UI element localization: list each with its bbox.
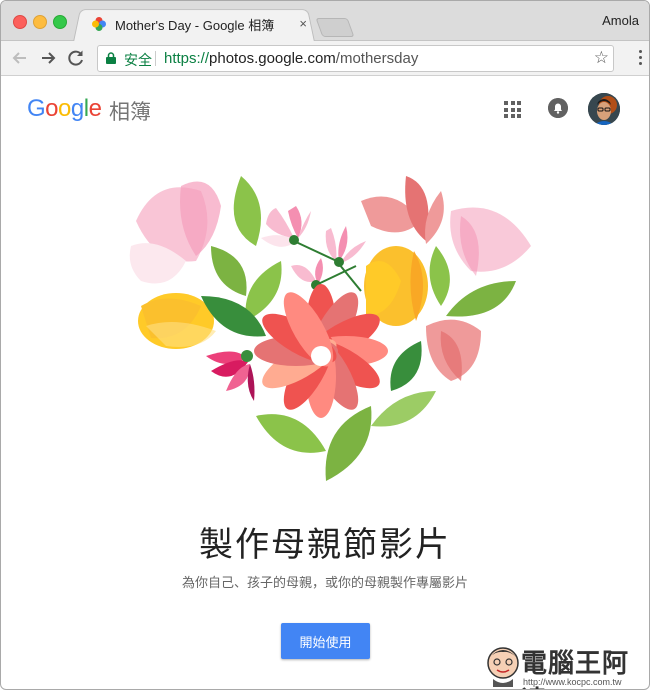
watermark: 電腦王阿達 http://www.kocpc.com.tw: [483, 641, 649, 689]
get-started-button[interactable]: 開始使用: [281, 623, 370, 659]
small-pink-flower-1: [261, 206, 311, 247]
leaf-right-2: [446, 281, 516, 317]
yellow-tulip-right: [364, 246, 428, 326]
url-text: https://photos.google.com/mothersday: [164, 50, 418, 67]
browser-window: Mother's Day - Google 相簿 × Amola 安全 http…: [0, 0, 650, 690]
url-host: photos.google.com: [209, 50, 336, 67]
profile-name[interactable]: Amola: [602, 13, 639, 28]
flower-heart-illustration: [129, 176, 531, 481]
page-subtitle: 為你自己、孩子的母親，或你的母親製作專屬影片: [181, 575, 468, 590]
lock-icon: [106, 52, 116, 64]
back-arrow-icon[interactable]: [9, 47, 31, 69]
forward-arrow-icon[interactable]: [37, 47, 59, 69]
tab-close-icon[interactable]: ×: [299, 16, 307, 31]
app-header: Google 相簿: [1, 76, 649, 140]
pink-petals-top-left: [129, 181, 221, 284]
google-photos-favicon-icon: [92, 17, 106, 31]
page-heading: 製作母親節影片: [199, 526, 451, 564]
address-bar[interactable]: 安全 https://photos.google.com/mothersday …: [97, 45, 614, 72]
user-avatar[interactable]: [588, 93, 620, 125]
watermark-url: http://www.kocpc.com.tw: [523, 677, 622, 687]
pink-flower-left: [206, 350, 255, 401]
security-label: 安全: [124, 52, 152, 68]
leaf-bottom-right: [371, 391, 436, 427]
pink-tulip-top-right: [361, 176, 444, 244]
tab-title: Mother's Day - Google 相簿: [115, 17, 275, 33]
close-window-button[interactable]: [13, 15, 27, 29]
google-logo[interactable]: Google: [27, 95, 102, 123]
maximize-window-button[interactable]: [53, 15, 67, 29]
apps-grid-icon[interactable]: [504, 101, 521, 118]
browser-menu-icon[interactable]: [639, 50, 643, 68]
bookmark-star-icon[interactable]: ☆: [594, 48, 609, 68]
address-divider: [155, 51, 156, 66]
leaf-right-dark: [390, 341, 422, 391]
small-pink-flower-2: [325, 226, 366, 267]
pink-tulip-right: [426, 319, 481, 381]
leaf-top-left: [233, 176, 261, 246]
reload-icon[interactable]: [65, 47, 87, 69]
leaf-right-1: [429, 246, 450, 306]
leaf-bottom-center: [325, 406, 372, 481]
product-name: 相簿: [109, 101, 151, 124]
tab-content[interactable]: Mother's Day - Google 相簿 ×: [91, 13, 313, 35]
new-tab-button[interactable]: [315, 18, 355, 37]
notifications-bell-icon[interactable]: [548, 98, 568, 118]
browser-toolbar: 安全 https://photos.google.com/mothersday …: [1, 41, 649, 76]
url-scheme: https://: [164, 50, 210, 67]
url-path: /mothersday: [335, 50, 419, 67]
minimize-window-button[interactable]: [33, 15, 47, 29]
leaf-left-2: [245, 261, 282, 321]
leaf-bottom-left: [256, 414, 326, 453]
mascot-logo-icon: [487, 647, 519, 687]
leaf-left-1: [211, 246, 247, 296]
title-bar: Mother's Day - Google 相簿 × Amola: [1, 1, 649, 42]
